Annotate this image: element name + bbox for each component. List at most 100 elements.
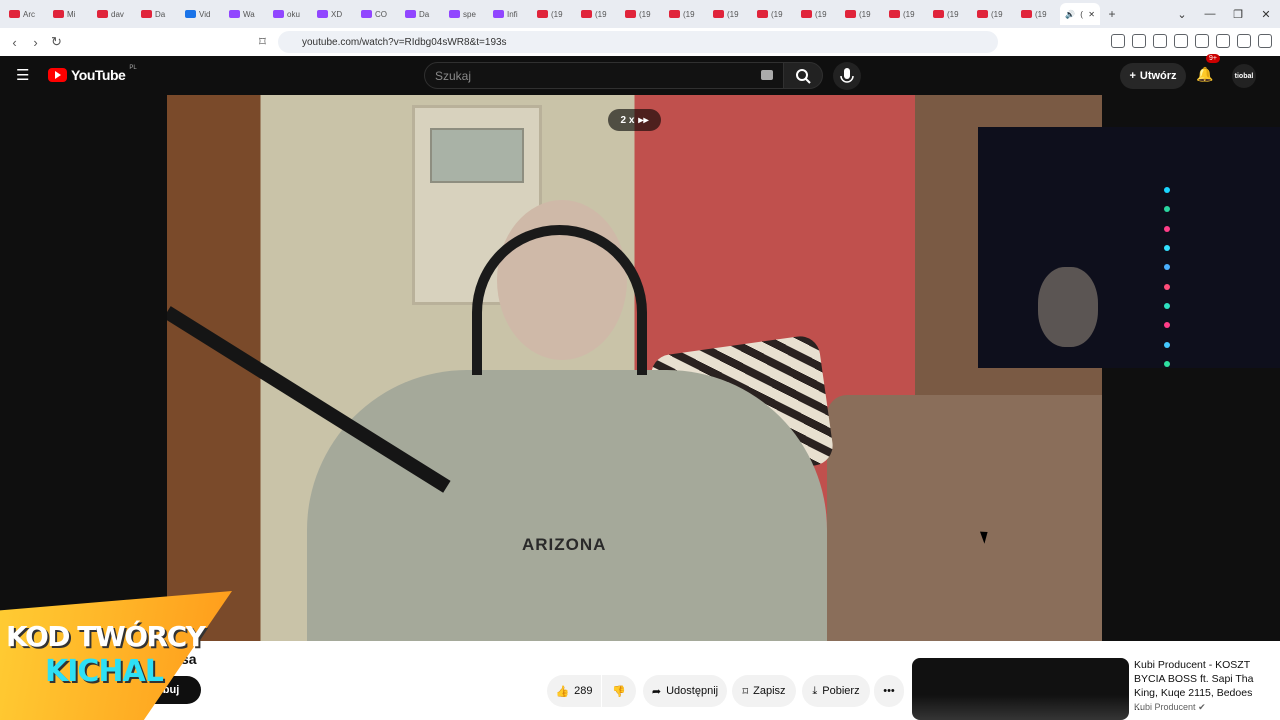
tab-favicon-icon bbox=[405, 10, 416, 18]
browser-tab[interactable]: (19 bbox=[708, 3, 752, 25]
create-button[interactable]: + Utwórz bbox=[1120, 63, 1186, 89]
sidebar-icon[interactable] bbox=[1174, 34, 1188, 48]
tab-label: (19 bbox=[815, 9, 827, 19]
search-input[interactable]: Szukaj bbox=[424, 62, 784, 89]
recommended-channel[interactable]: Kubi Producent ✔ bbox=[1134, 702, 1206, 713]
share-button[interactable]: ➦ Udostępnij bbox=[643, 675, 727, 707]
browser-tab[interactable]: Da bbox=[400, 3, 444, 25]
browser-tab[interactable]: (19 bbox=[840, 3, 884, 25]
tab-favicon-icon bbox=[185, 10, 196, 18]
led-light bbox=[1164, 302, 1170, 309]
tab-active[interactable]: 🔊 ( ✕ bbox=[1060, 3, 1100, 25]
close-window-button[interactable]: ✕ bbox=[1252, 8, 1280, 21]
youtube-logo[interactable]: YouTube PL bbox=[48, 65, 137, 83]
plus-icon: + bbox=[1129, 70, 1136, 82]
browser-tab[interactable]: (19 bbox=[1016, 3, 1060, 25]
browser-tab[interactable]: dav bbox=[92, 3, 136, 25]
browser-tab[interactable]: CO bbox=[356, 3, 400, 25]
browser-tab[interactable]: (19 bbox=[928, 3, 972, 25]
restore-button[interactable]: ❐ bbox=[1224, 8, 1252, 21]
download-icon: ⤓ bbox=[812, 684, 818, 697]
minimize-button[interactable]: — bbox=[1196, 8, 1224, 20]
like-button[interactable]: 👍 289 bbox=[547, 675, 601, 707]
led-light bbox=[1164, 283, 1170, 290]
browser-tab[interactable]: Vid bbox=[180, 3, 224, 25]
window-controls: ⌄ — ❐ ✕ bbox=[1168, 0, 1280, 28]
music-icon[interactable] bbox=[1153, 34, 1167, 48]
notifications-bell-icon[interactable]: 🔔 bbox=[1196, 66, 1214, 84]
speaker-icon: 🔊 bbox=[1065, 9, 1075, 19]
country-code: PL bbox=[129, 65, 137, 71]
playback-speed-badge: 2 x ▸▸ bbox=[608, 109, 661, 131]
browser-tab[interactable]: (19 bbox=[796, 3, 840, 25]
vpn-icon[interactable] bbox=[1237, 34, 1251, 48]
tab-label: (19 bbox=[727, 9, 739, 19]
browser-tab[interactable]: (19 bbox=[620, 3, 664, 25]
tab-favicon-icon bbox=[273, 10, 284, 18]
tab-label: (19 bbox=[683, 9, 695, 19]
hamburger-menu-icon[interactable]: ☰ bbox=[16, 68, 32, 84]
sparkle-icon[interactable] bbox=[1216, 34, 1230, 48]
browser-tab-strip: Arc Mi dav Da Vid Wa oku XD CO Da spe Infi (19 (19 (19… bbox=[0, 0, 1280, 28]
url-field[interactable]: youtube.com/watch?v=RIdbg04sWR8&t=193s bbox=[278, 31, 998, 53]
browser-tab[interactable]: Infi bbox=[488, 3, 532, 25]
avatar[interactable]: tiobal bbox=[1232, 64, 1256, 88]
led-light bbox=[1164, 360, 1170, 367]
tab-label: (19 bbox=[947, 9, 959, 19]
tab-search-icon[interactable]: ⌄ bbox=[1168, 8, 1196, 21]
led-strip bbox=[1164, 187, 1172, 367]
browser-tab[interactable]: (19 bbox=[884, 3, 928, 25]
video-player[interactable]: ARIZONA 2 x ▸▸ bbox=[167, 95, 1102, 641]
dislike-button[interactable]: 👎 bbox=[602, 675, 636, 707]
browser-tab[interactable]: spe bbox=[444, 3, 488, 25]
browser-tab[interactable]: oku bbox=[268, 3, 312, 25]
browser-tab[interactable]: (19 bbox=[752, 3, 796, 25]
tab-favicon-icon bbox=[317, 10, 328, 18]
extensions-toolbar bbox=[1111, 34, 1272, 48]
close-tab-icon[interactable]: ✕ bbox=[1088, 10, 1095, 19]
save-button[interactable]: ⌑ Zapisz bbox=[732, 675, 796, 707]
voice-search-button[interactable] bbox=[833, 62, 861, 90]
menu-icon[interactable] bbox=[1258, 34, 1272, 48]
tab-favicon-icon bbox=[977, 10, 988, 18]
shirt-print: ARIZONA bbox=[522, 535, 607, 554]
tab-label: Infi bbox=[507, 9, 518, 19]
browser-tab[interactable]: XD bbox=[312, 3, 356, 25]
speed-label: 2 x bbox=[620, 114, 635, 126]
tab-label: spe bbox=[463, 9, 476, 19]
browser-tab[interactable]: (19 bbox=[532, 3, 576, 25]
save-label: Zapisz bbox=[753, 685, 786, 697]
recommended-channel-name: Kubi Producent bbox=[1134, 702, 1196, 712]
browser-tab[interactable]: Wa bbox=[224, 3, 268, 25]
browser-tab[interactable]: Arc bbox=[4, 3, 48, 25]
tab-favicon-icon bbox=[801, 10, 812, 18]
browser-tab[interactable]: Da bbox=[136, 3, 180, 25]
extension-icon[interactable] bbox=[1132, 34, 1146, 48]
browser-tab[interactable]: Mi bbox=[48, 3, 92, 25]
browser-tab[interactable]: (19 bbox=[972, 3, 1016, 25]
tab-favicon-icon bbox=[141, 10, 152, 18]
led-light bbox=[1164, 322, 1170, 329]
recommended-thumbnail[interactable] bbox=[912, 658, 1129, 720]
translate-icon[interactable] bbox=[1111, 34, 1125, 48]
bookmark-icon[interactable]: ⌑ bbox=[252, 34, 273, 50]
more-actions-button[interactable]: ••• bbox=[874, 675, 904, 707]
tab-label: Mi bbox=[67, 9, 76, 19]
forward-button[interactable]: › bbox=[25, 35, 46, 50]
thumbs-up-icon: 👍 bbox=[555, 685, 570, 698]
keyboard-icon[interactable] bbox=[761, 70, 773, 80]
back-button[interactable]: ‹ bbox=[4, 35, 25, 50]
create-label: Utwórz bbox=[1139, 70, 1177, 82]
browser-tab[interactable]: (19 bbox=[576, 3, 620, 25]
led-light bbox=[1164, 341, 1170, 348]
search-placeholder: Szukaj bbox=[435, 68, 472, 83]
wallet-icon[interactable] bbox=[1195, 34, 1209, 48]
reload-button[interactable]: ↻ bbox=[46, 34, 67, 50]
download-button[interactable]: ⤓ Pobierz bbox=[802, 675, 870, 707]
new-tab-button[interactable]: + bbox=[1100, 7, 1124, 21]
tab-label: (19 bbox=[1035, 9, 1047, 19]
search-button[interactable] bbox=[783, 62, 823, 89]
webcam-person bbox=[1038, 267, 1098, 347]
browser-tab[interactable]: (19 bbox=[664, 3, 708, 25]
tab-favicon-icon bbox=[9, 10, 20, 18]
